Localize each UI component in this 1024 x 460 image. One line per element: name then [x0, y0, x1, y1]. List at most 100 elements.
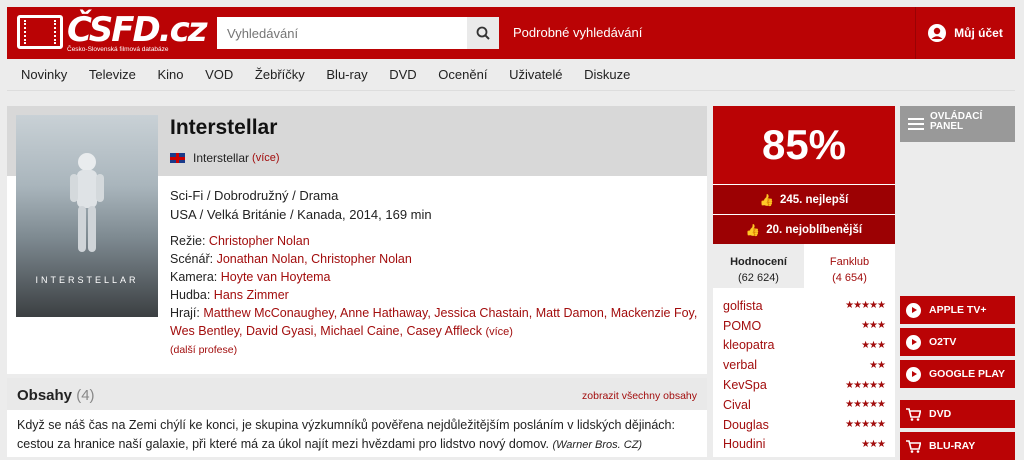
tab-fanclub-label: Fanklub	[829, 256, 870, 268]
nav-item-dvd[interactable]: DVD	[380, 59, 425, 91]
search-icon	[476, 26, 490, 40]
rating-percent: 85%	[713, 106, 895, 184]
shop-label: DVD	[929, 408, 952, 420]
account-button[interactable]: Můj účet	[915, 7, 1015, 59]
star-rating: ★★★	[861, 438, 886, 450]
user-link[interactable]: KevSpa	[723, 378, 767, 392]
list-item: golfista ★★★★★	[713, 296, 895, 316]
movie-card: INTERSTELLAR Interstellar Interstellar (…	[7, 106, 707, 374]
cast-label: Hrají:	[170, 306, 200, 320]
nav-item-bluray[interactable]: Blu-ray	[317, 59, 376, 91]
tab-ratings-count: (62 624)	[738, 272, 779, 284]
plot-title: Obsahy (4)	[17, 387, 95, 404]
advanced-search-link[interactable]: Podrobné vyhledávání	[513, 25, 642, 40]
show-all-plots-link[interactable]: zobrazit všechny obsahy	[582, 390, 697, 402]
search-button[interactable]	[467, 17, 499, 49]
nav-item-zebricky[interactable]: Žebříčky	[246, 59, 314, 91]
movie-title: Interstellar	[170, 116, 278, 139]
film-strip-icon	[17, 15, 63, 49]
plot-count: (4)	[76, 387, 95, 404]
credits: Režie: Christopher Nolan Scénář: Jonatha…	[170, 232, 700, 359]
camera-label: Kamera:	[170, 270, 218, 284]
star-rating: ★★★★★	[845, 419, 886, 431]
favorite-rank[interactable]: 👍 20. nejoblíbenější	[713, 215, 895, 244]
user-link[interactable]: Houdini	[723, 437, 765, 451]
camera-link[interactable]: Hoyte van Hoytema	[221, 270, 331, 284]
nav-item-kino[interactable]: Kino	[148, 59, 192, 91]
original-title-more-link[interactable]: (více)	[252, 152, 280, 164]
cart-icon	[906, 407, 921, 421]
stream-google-play-button[interactable]: GOOGLE PLAY	[900, 360, 1015, 388]
user-link[interactable]: Cival	[723, 398, 751, 412]
shop-dvd-button[interactable]: DVD	[900, 400, 1015, 428]
account-label: Můj účet	[954, 26, 1003, 40]
thumbs-up-icon: 👍	[759, 194, 774, 207]
play-icon	[906, 302, 921, 318]
nav-item-oceneni[interactable]: Ocenění	[429, 59, 496, 91]
writers-link[interactable]: Jonathan Nolan, Christopher Nolan	[217, 252, 412, 266]
list-item: POMO ★★★	[713, 316, 895, 336]
user-link[interactable]: Douglas	[723, 418, 769, 432]
user-link[interactable]: verbal	[723, 358, 757, 372]
plot-source: (Warner Bros. CZ)	[552, 439, 643, 451]
play-icon	[906, 366, 921, 382]
best-rank-text: 245. nejlepší	[779, 193, 849, 206]
star-rating: ★★★	[861, 320, 886, 332]
writers-label: Scénář:	[170, 252, 214, 266]
nav-item-diskuze[interactable]: Diskuze	[575, 59, 639, 91]
original-title: Interstellar (více)	[170, 151, 280, 165]
list-item: Cival ★★★★★	[713, 395, 895, 415]
logo-subtitle: Česko-Slovenská filmová databáze	[67, 46, 169, 53]
movie-poster[interactable]: INTERSTELLAR	[16, 115, 158, 317]
tab-fanclub[interactable]: Fanklub (4 654)	[804, 244, 895, 288]
menu-icon	[908, 118, 924, 130]
rating-column: 85% 👍 245. nejlepší 👍 20. nejoblíbenější…	[713, 106, 895, 457]
star-rating: ★★★	[861, 339, 886, 351]
more-professions-link[interactable]: (další profese)	[170, 341, 700, 359]
top-bar: ČSFD.cz Česko-Slovenská filmová databáze…	[7, 7, 1015, 59]
stream-label: GOOGLE PLAY	[929, 368, 1006, 380]
nav-item-televize[interactable]: Televize	[80, 59, 145, 91]
stream-apple-tv-button[interactable]: APPLE TV+	[900, 296, 1015, 324]
list-item: verbal ★★	[713, 355, 895, 375]
cast-more-link[interactable]: (více)	[485, 326, 513, 338]
user-link[interactable]: POMO	[723, 319, 761, 333]
shop-bluray-button[interactable]: BLU-RAY	[900, 432, 1015, 460]
list-item: Douglas ★★★★★	[713, 415, 895, 435]
plot-text: Když se náš čas na Zemi chýlí ke konci, …	[17, 416, 702, 455]
thumbs-up-icon: 👍	[745, 224, 761, 237]
control-panel-button[interactable]: OVLÁDACÍ PANEL	[900, 106, 1015, 142]
play-icon	[906, 334, 921, 350]
search-input[interactable]	[217, 17, 467, 49]
star-rating: ★★	[869, 359, 886, 371]
nav-item-uzivatele[interactable]: Uživatelé	[500, 59, 571, 91]
origin: USA / Velká Británie / Kanada, 2014, 169…	[170, 207, 432, 222]
user-ratings-list: golfista ★★★★★ POMO ★★★ kleopatra ★★★ verba…	[713, 296, 895, 454]
favorite-rank-text: 20. nejoblíbenější	[766, 223, 863, 236]
list-item: Houdini ★★★	[713, 435, 895, 455]
poster-title: INTERSTELLAR	[35, 275, 139, 285]
original-title-text: Interstellar	[193, 151, 250, 165]
genres: Sci-Fi / Dobrodružný / Drama	[170, 188, 339, 203]
star-rating: ★★★★★	[845, 300, 886, 312]
star-rating: ★★★★★	[845, 379, 886, 391]
nav-item-vod[interactable]: VOD	[196, 59, 242, 91]
control-panel-label: OVLÁDACÍ PANEL	[930, 111, 983, 132]
best-rank[interactable]: 👍 245. nejlepší	[713, 185, 895, 214]
rating-tabs: Hodnocení (62 624) Fanklub (4 654)	[713, 244, 895, 288]
user-link[interactable]: golfista	[723, 299, 763, 313]
tab-ratings-label: Hodnocení	[730, 256, 787, 268]
music-link[interactable]: Hans Zimmer	[214, 288, 289, 302]
stream-label: APPLE TV+	[929, 304, 987, 316]
plot-card: Obsahy (4) zobrazit všechny obsahy Když …	[7, 378, 707, 457]
stream-o2tv-button[interactable]: O2TV	[900, 328, 1015, 356]
csfd-logo[interactable]: ČSFD.cz Česko-Slovenská filmová databáze	[17, 11, 208, 55]
nav-item-novinky[interactable]: Novinky	[7, 59, 76, 91]
cast-links[interactable]: Matthew McConaughey, Anne Hathaway, Jess…	[170, 306, 697, 338]
star-rating: ★★★★★	[845, 399, 886, 411]
tab-ratings[interactable]: Hodnocení (62 624)	[713, 244, 804, 288]
list-item: KevSpa ★★★★★	[713, 375, 895, 395]
user-link[interactable]: kleopatra	[723, 338, 774, 352]
director-link[interactable]: Christopher Nolan	[209, 234, 310, 248]
stream-label: O2TV	[929, 336, 957, 348]
